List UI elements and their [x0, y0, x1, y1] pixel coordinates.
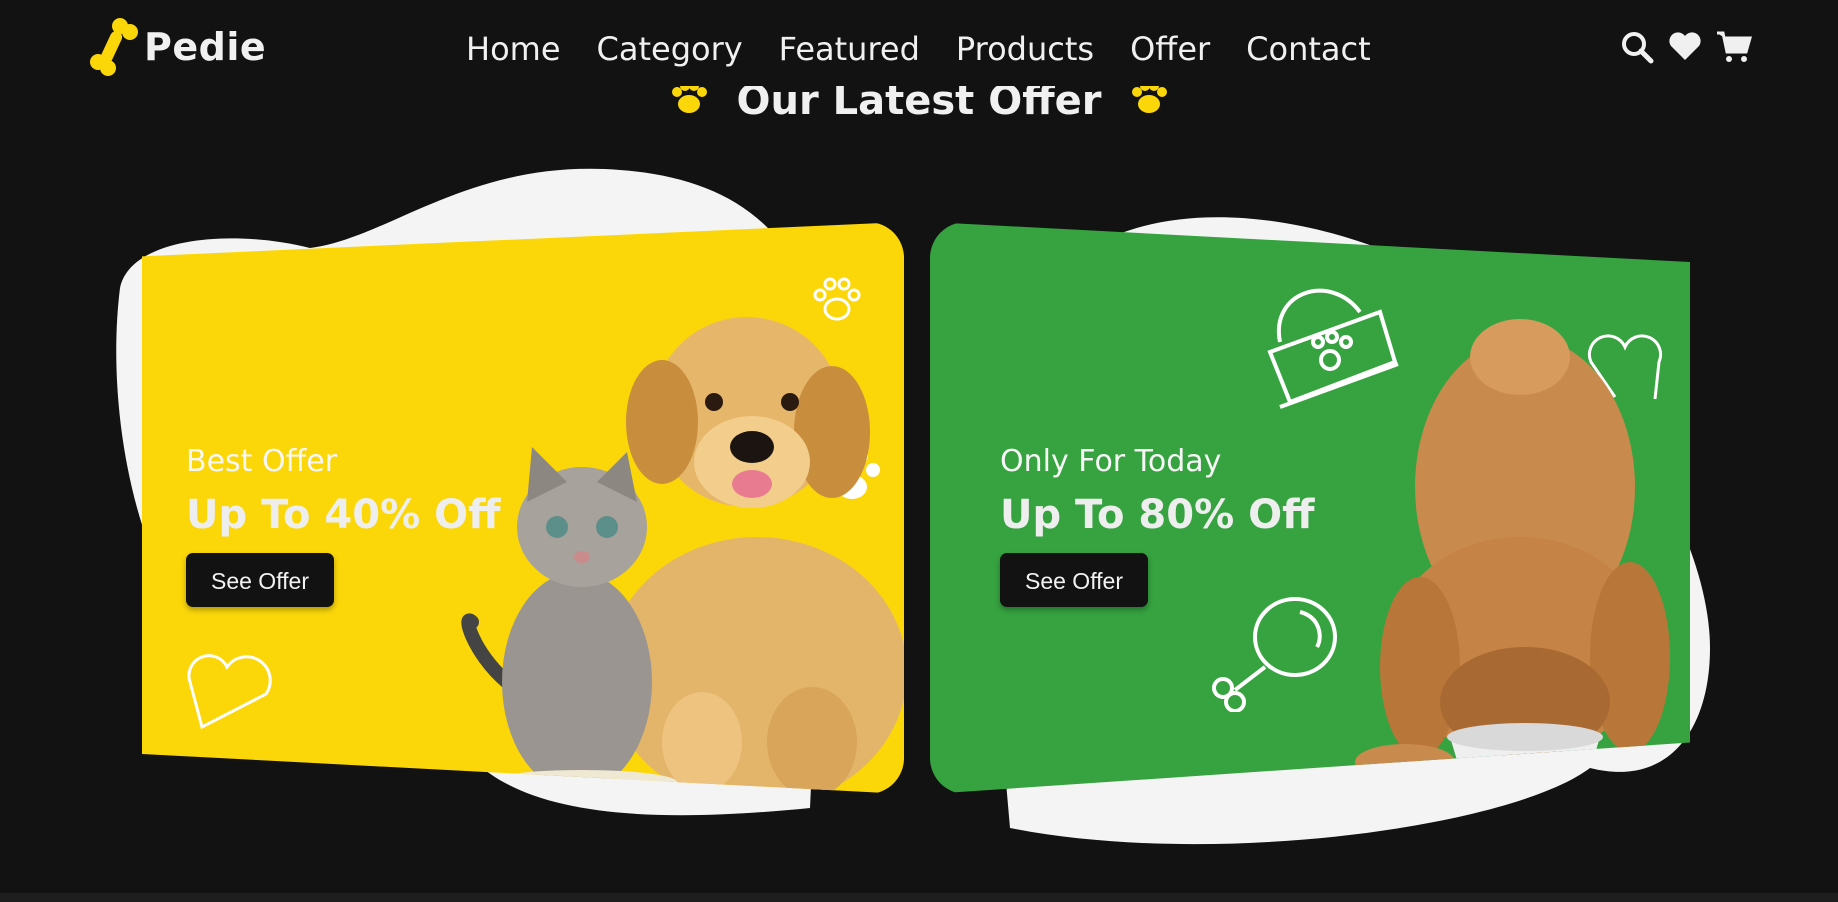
offer-subtitle: Only For Today	[1000, 444, 1222, 479]
bone-icon	[90, 18, 138, 76]
offer-card-best: Best Offer Up To 40% Off See Offer	[142, 222, 904, 794]
chicken-leg-icon	[1212, 597, 1337, 712]
search-icon[interactable]	[1620, 30, 1654, 68]
cart-icon[interactable]	[1716, 30, 1752, 68]
heart-outline-icon	[187, 654, 272, 730]
main-menu: Home Category Featured Products Offer Co…	[466, 30, 1407, 68]
nav-featured[interactable]: Featured	[779, 30, 920, 68]
see-offer-button[interactable]: See Offer	[186, 553, 334, 607]
puppy-kitten-image	[461, 317, 904, 794]
offer-headline: Up To 80% Off	[1000, 492, 1315, 538]
offer-subtitle: Best Offer	[186, 444, 338, 479]
see-offer-button[interactable]: See Offer	[1000, 553, 1148, 607]
nav-contact[interactable]: Contact	[1246, 30, 1371, 68]
nav-category[interactable]: Category	[597, 30, 743, 68]
nav-icons	[1620, 30, 1766, 68]
nav-offer[interactable]: Offer	[1130, 30, 1210, 68]
dog-eating-image	[1355, 319, 1690, 787]
brand-name: Pedie	[144, 25, 267, 69]
brand-logo[interactable]: Pedie	[90, 18, 266, 76]
offer-card-today: Only For Today Up To 80% Off See Offer	[930, 222, 1690, 794]
page-bottom-bar	[0, 893, 1838, 902]
nav-home[interactable]: Home	[466, 30, 561, 68]
navbar: Pedie Home Category Featured Products Of…	[0, 0, 1838, 100]
heart-icon[interactable]	[1668, 30, 1702, 68]
nav-products[interactable]: Products	[956, 30, 1094, 68]
